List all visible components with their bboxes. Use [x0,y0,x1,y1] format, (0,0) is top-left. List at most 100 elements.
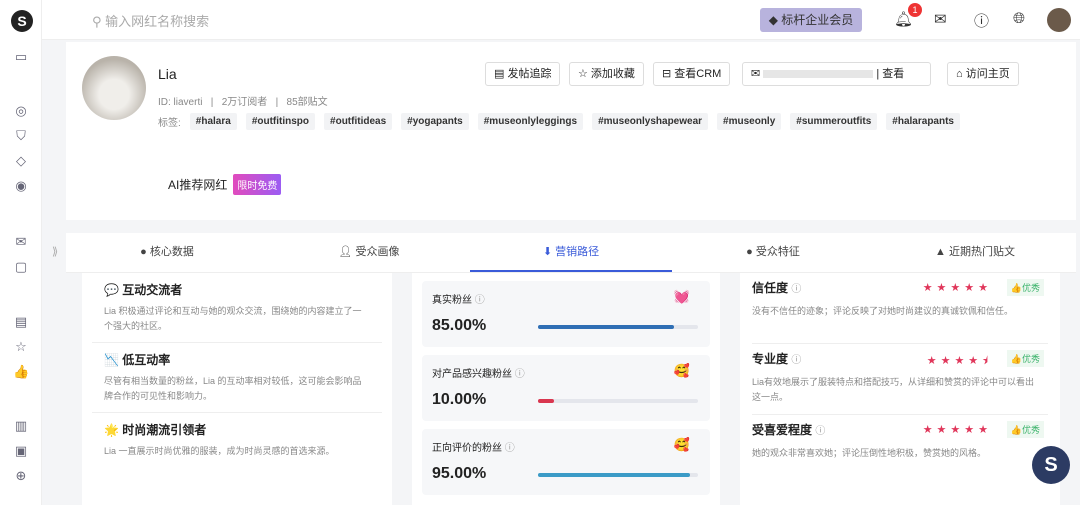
help-icon[interactable]: ⓘ [815,426,825,437]
chart-icon[interactable]: ◉ [13,178,29,194]
tab-label: 受众画像 [355,246,400,258]
tab-core-data[interactable]: ● 核心数据 [66,233,268,272]
progress-fill [538,473,690,477]
progress-fill [538,399,554,403]
profile-avatar [82,56,146,120]
tag[interactable]: #museonlyleggings [477,113,584,130]
email-redacted [763,70,874,79]
progress-bar [538,325,698,329]
emoji-icon: 🥰 [673,363,690,378]
help-icon[interactable]: ⓘ [515,369,525,380]
star-rating: ★★★★★ [922,282,992,294]
emoji-icon: 💓 [673,289,690,304]
trait-item: 🌟 时尚潮流引领者 Lia 一直展示时尚优雅的服装，成为时尚灵感的首选来源。 [92,413,382,467]
tag-icon[interactable]: ◇ [13,153,29,169]
mail-icon[interactable]: ✉ [13,234,29,250]
view-crm-button[interactable]: ⊟ 查看CRM [653,62,731,86]
map-icon[interactable]: ▥ [13,418,29,434]
stat-value: 95.00% [432,465,487,482]
tag[interactable]: #summeroutfits [790,113,878,130]
track-posts-button[interactable]: ▤ 发帖追踪 [485,62,561,86]
trait-desc: Lia 一直展示时尚优雅的服装，成为时尚灵感的首选来源。 [104,446,335,456]
trait-item: 📉 低互动率 尽管有相当数量的粉丝，Lia 的互动率相对较低，这可能会影响品牌合作… [92,343,382,413]
rating-title: 信任度 [752,281,789,295]
tab-recent-posts[interactable]: ▲ 近期热门贴文 [874,233,1076,272]
inbox-icon[interactable]: ▤ [13,314,29,330]
rating-item: 受喜爱程度 ⓘ ★★★★★ 👍优秀 她的观众非常喜欢她；评论压倒性地积极，赞赏她的风格… [752,415,1048,486]
tab-label: 核心数据 [149,246,194,258]
target-icon[interactable]: ⊕ [13,468,29,484]
tab-marketing-path[interactable]: ⬇ 营销路径 [470,233,672,272]
profile-meta: ID: liaverti | 2万订阅者 | 85部贴文 [158,97,328,108]
tags-label: 标签: [158,118,181,129]
compass-icon[interactable]: ◎ [13,103,29,119]
trait-title: 时尚潮流引领者 [122,423,207,437]
speech-icon: 💬 [104,283,119,297]
view-email-button[interactable]: 查看 [882,68,904,80]
tag[interactable]: #outfitideas [324,113,393,130]
profile-name: Lia [158,66,177,82]
stat-label: 真实粉丝 ⓘ [432,291,485,306]
tab-audience-traits[interactable]: ● 受众特征 [672,233,874,272]
button-label: 发帖追踪 [507,68,552,80]
rating-title: 受喜爱程度 [752,423,813,437]
rating-desc: Lia有效地展示了服装特点和搭配技巧，从详细和赞赏的评论中可以看出这一点。 [752,377,1035,402]
shield-icon[interactable]: ⛉ [13,128,29,144]
ratings-panel: 信任度 ⓘ ★★★★★ 👍优秀 没有不信任的迹象；评论反映了对她时尚建议的真诚钦佩和信… [740,273,1060,505]
trait-title: 互动交流者 [122,283,183,297]
support-chat-button[interactable]: S [1032,446,1070,484]
search-icon: ⚲ [92,14,106,29]
tag[interactable]: #yogapants [401,113,469,130]
help-icon[interactable]: ⓘ [475,295,485,306]
tag-list: 标签: #halara #outfitinspo #outfitideas #y… [158,113,960,130]
rating-item: 信任度 ⓘ ★★★★★ 👍优秀没有不信任的迹象；评论反映了对她时尚建议的真诚钦佩和信… [752,273,1048,344]
search-input[interactable]: ⚲ 输入网红名称搜索 [92,11,209,30]
twitch-icon[interactable]: ▢ [13,259,29,275]
tag[interactable]: #museonly [717,113,782,130]
stat-label-text: 真实粉丝 [432,295,472,306]
stat-value: 10.00% [432,391,487,408]
vip-label: 标杆企业会员 [781,13,854,27]
help-icon[interactable]: ⓘ [791,284,801,295]
stat-label: 正向评价的粉丝 ⓘ [432,439,515,454]
visit-homepage-button[interactable]: ⌂ 访问主页 [947,62,1019,86]
vip-button[interactable]: ◆ 标杆企业会员 [760,8,862,32]
stat-card: 真实粉丝 ⓘ 💓 85.00% [422,281,710,347]
chart-down-icon: 📉 [104,353,119,367]
excellent-badge: 👍优秀 [1006,279,1044,296]
stats-panel: 真实粉丝 ⓘ 💓 85.00% 对产品感兴趣粉丝 ⓘ 🥰 10.00% 正向评价的粉丝 ⓘ 🥰… [412,273,720,505]
ai-recommend[interactable]: AI推荐网红 限时免费 [168,174,282,195]
user-avatar[interactable] [1047,8,1071,32]
tag[interactable]: #halarapants [886,113,960,130]
excellent-badge: 👍优秀 [1006,421,1044,438]
mail-icon[interactable]: ✉ [934,10,947,28]
app-logo[interactable]: S [11,10,33,32]
tab-bar: ● 核心数据 👤︎ 受众画像 ⬇ 营销路径 ● 受众特征 ▲ 近期热门贴文 [66,233,1076,273]
tag[interactable]: #halara [189,113,237,130]
monitor-icon[interactable]: ▭ [13,49,29,65]
emoji-icon: 🥰 [673,437,690,452]
tag[interactable]: #outfitinspo [245,113,316,130]
progress-fill [538,325,674,329]
help-icon[interactable]: ⓘ [505,443,515,454]
tag[interactable]: #museonlyshapewear [592,113,709,130]
help-icon[interactable]: ⓘ [791,355,801,366]
help-icon[interactable]: ⓘ [974,10,989,31]
thumbs-up-icon[interactable]: 👍 [13,364,29,380]
star-icon[interactable]: ☆ [13,339,29,355]
rating-desc: 没有不信任的迹象；评论反映了对她时尚建议的真诚钦佩和信任。 [752,306,1014,316]
stat-card: 对产品感兴趣粉丝 ⓘ 🥰 10.00% [422,355,710,421]
ai-label: AI推荐网红 [168,178,228,192]
email-field[interactable]: ✉ | 查看 [742,62,931,86]
rating-title: 专业度 [752,352,789,366]
tab-audience-profile[interactable]: 👤︎ 受众画像 [268,233,470,272]
trait-item: 💬 互动交流者 Lia 积极通过评论和互动与她的观众交流，围绕她的内容建立了一个强… [92,273,382,343]
top-bar: ⚲ 输入网红名称搜索 ◆ 标杆企业会员 🔔︎ 1 ✉ ⓘ 🌐︎ [42,0,1080,40]
diamond-icon: ◆ [768,13,782,27]
button-label: 访问主页 [965,68,1010,80]
add-favorite-button[interactable]: ☆ 添加收藏 [569,62,644,86]
image-icon[interactable]: ▣ [13,443,29,459]
globe-icon[interactable]: 🌐︎ [1013,10,1025,27]
expand-icon[interactable]: ⟫ [52,245,58,258]
progress-bar [538,473,698,477]
